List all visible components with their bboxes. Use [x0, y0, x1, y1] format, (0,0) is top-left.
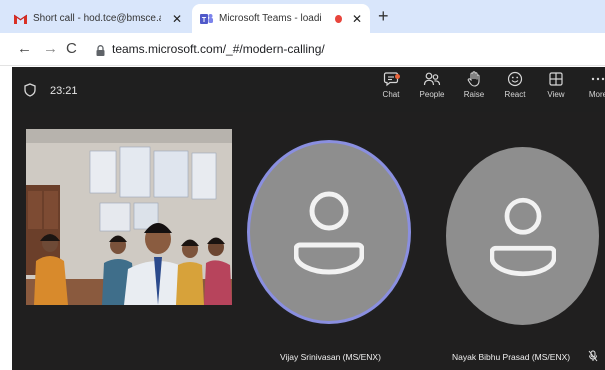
- reload-icon[interactable]: C: [66, 40, 77, 58]
- view-label: View: [547, 90, 565, 99]
- address-bar[interactable]: teams.microsoft.com/_#/modern-calling/: [86, 38, 598, 61]
- participant-video-tile[interactable]: [26, 129, 232, 305]
- mic-off-icon: [588, 349, 598, 367]
- view-button[interactable]: View: [536, 71, 576, 99]
- teams-meeting-stage: 23:21 Chat People Raise React View More: [12, 67, 605, 370]
- back-arrow-icon[interactable]: ←: [17, 40, 32, 58]
- react-button[interactable]: React: [495, 71, 535, 99]
- chat-button[interactable]: Chat: [371, 71, 411, 99]
- video-frame: [26, 129, 232, 305]
- svg-text:T: T: [202, 17, 207, 24]
- browser-tab-gmail[interactable]: Short call - hod.tce@bmsce.ac.in - B ✕: [14, 4, 190, 33]
- tab-title: Microsoft Teams - loading: [219, 13, 322, 24]
- lock-icon: [96, 43, 105, 56]
- smiley-icon: [507, 71, 523, 87]
- teams-icon: T: [200, 13, 213, 25]
- hand-icon: [467, 71, 480, 87]
- close-tab-icon[interactable]: ✕: [172, 12, 182, 26]
- participant-name: Vijay Srinivasan (MS/ENX): [280, 352, 381, 362]
- meeting-timer: 23:21: [50, 85, 78, 97]
- participant-name: Nayak Bibhu Prasad (MS/ENX): [452, 352, 571, 362]
- more-label: More: [588, 90, 605, 99]
- recording-indicator-icon: [335, 14, 342, 23]
- raise-hand-button[interactable]: Raise: [454, 71, 494, 99]
- participant-avatar-speaking[interactable]: [247, 140, 411, 324]
- gmail-icon: [14, 13, 27, 25]
- more-icon: [591, 77, 605, 81]
- people-button[interactable]: People: [412, 71, 452, 99]
- people-label: People: [419, 90, 445, 99]
- browser-tab-teams[interactable]: T Microsoft Teams - loading ✕: [192, 4, 370, 33]
- more-button[interactable]: More: [578, 71, 605, 99]
- notification-dot: [395, 74, 400, 79]
- close-tab-icon[interactable]: ✕: [352, 12, 362, 26]
- browser-tab-strip: Short call - hod.tce@bmsce.ac.in - B ✕ T…: [0, 0, 605, 33]
- participant-avatar[interactable]: [446, 147, 599, 325]
- shield-icon: [24, 83, 36, 102]
- chat-label: Chat: [382, 90, 400, 99]
- browser-toolbar: ← → C teams.microsoft.com/_#/modern-call…: [0, 33, 605, 66]
- people-icon: [423, 72, 441, 86]
- grid-icon: [549, 72, 563, 86]
- forward-arrow-icon[interactable]: →: [43, 40, 58, 58]
- new-tab-button[interactable]: +: [378, 6, 389, 26]
- person-placeholder-icon: [294, 191, 364, 275]
- meeting-control-bar: 23:21 Chat People Raise React View More: [12, 67, 605, 112]
- react-label: React: [504, 90, 526, 99]
- person-placeholder-icon: [489, 197, 556, 277]
- url-text: teams.microsoft.com/_#/modern-calling/: [112, 42, 325, 56]
- tab-title: Short call - hod.tce@bmsce.ac.in - B: [33, 13, 161, 24]
- raise-label: Raise: [463, 90, 485, 99]
